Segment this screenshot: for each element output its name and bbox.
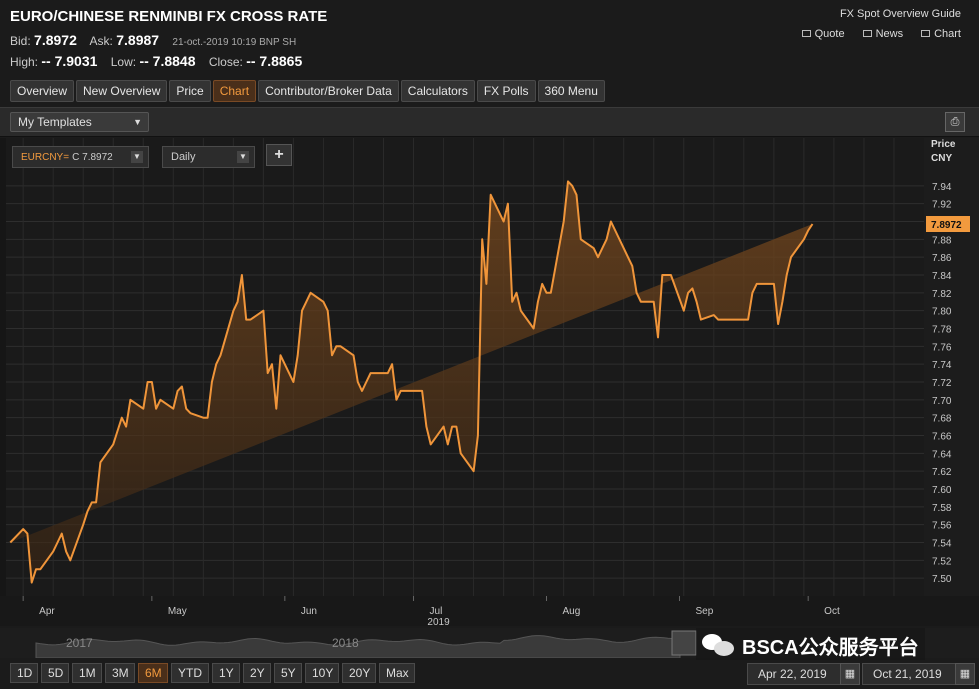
x-tick-label: Jun [301, 606, 317, 617]
last-value-label: 7.8972 [931, 220, 962, 231]
y-tick-label: 7.74 [932, 360, 952, 371]
interval-dropdown[interactable]: Daily ▼ [162, 146, 255, 168]
low-value: -- 7.8848 [139, 53, 196, 69]
document-icon [801, 30, 811, 37]
navigator-year: 2017 [66, 636, 93, 650]
y-tick-label: 7.54 [932, 539, 952, 550]
range-button-ytd[interactable]: YTD [171, 663, 209, 683]
page-title: EURO/CHINESE RENMINBI FX CROSS RATE [10, 8, 328, 25]
quote-timestamp: 21-oct.-2019 10:19 BNP SH [172, 37, 297, 48]
chevron-down-icon: ▼ [237, 151, 249, 163]
range-button-20y[interactable]: 20Y [342, 663, 376, 683]
price-chart[interactable]: 7.947.927.907.887.867.847.827.807.787.76… [0, 138, 979, 626]
range-button-1d[interactable]: 1D [10, 663, 38, 683]
high-value: -- 7.9031 [41, 53, 98, 69]
low-label: Low: [110, 55, 137, 69]
y-tick-label: 7.52 [932, 556, 952, 567]
calendar-icon[interactable]: ▦ [955, 663, 975, 685]
tab-new-overview[interactable]: New Overview [76, 80, 168, 102]
x-tick-label: Aug [563, 606, 581, 617]
bid-value: 7.8972 [34, 32, 77, 48]
y-tick-label: 7.50 [932, 574, 952, 585]
range-button-10y[interactable]: 10Y [305, 663, 339, 683]
x-tick-label: May [168, 606, 187, 617]
y-tick-label: 7.56 [932, 521, 952, 532]
y-axis-title: Price [931, 139, 956, 150]
quote-link[interactable]: Quote [801, 28, 845, 40]
y-tick-label: 7.80 [932, 307, 952, 318]
tab-price[interactable]: Price [169, 80, 211, 102]
x-year-label: 2019 [427, 617, 450, 626]
templates-dropdown[interactable]: My Templates ▼ [10, 112, 149, 132]
y-tick-label: 7.92 [932, 200, 952, 211]
y-tick-label: 7.70 [932, 396, 952, 407]
x-tick-label: Apr [39, 606, 55, 617]
x-tick-label: Jul [430, 606, 443, 617]
y-tick-label: 7.64 [932, 449, 952, 460]
y-tick-label: 7.82 [932, 289, 952, 300]
y-tick-label: 7.86 [932, 253, 952, 264]
range-button-1y[interactable]: 1Y [212, 663, 240, 683]
y-tick-label: 7.62 [932, 467, 952, 478]
range-button-2y[interactable]: 2Y [243, 663, 271, 683]
tab-calculators[interactable]: Calculators [400, 80, 475, 102]
print-icon[interactable]: ⎙ [945, 112, 965, 132]
document-icon [921, 30, 931, 37]
x-tick-label: Sep [695, 606, 713, 617]
y-tick-label: 7.72 [932, 378, 952, 389]
fx-overview-guide-link[interactable]: FX Spot Overview Guide [840, 8, 961, 20]
y-tick-label: 7.78 [932, 325, 952, 336]
calendar-icon[interactable]: ▦ [840, 663, 860, 685]
y-axis-unit: CNY [931, 153, 952, 164]
tab-contributor-broker-data[interactable]: Contributor/Broker Data [258, 80, 399, 102]
chart-toolbar: My Templates ▼ ⎙ [0, 107, 979, 137]
wechat-logo-icon [702, 632, 736, 658]
range-button-6m[interactable]: 6M [138, 663, 168, 683]
start-date-field[interactable]: Apr 22, 2019 [747, 663, 841, 685]
close-label: Close: [208, 55, 243, 69]
y-tick-label: 7.76 [932, 342, 952, 353]
end-date-field[interactable]: Oct 21, 2019 [862, 663, 956, 685]
news-link[interactable]: News [862, 28, 903, 40]
tab-fx-polls[interactable]: FX Polls [476, 80, 536, 102]
y-tick-label: 7.88 [932, 235, 952, 246]
close-value: -- 7.8865 [246, 53, 303, 69]
chart-link[interactable]: Chart [921, 28, 961, 40]
document-icon [862, 30, 872, 37]
range-button-5d[interactable]: 5D [41, 663, 69, 683]
watermark: BSCA公众服务平台 [696, 628, 925, 662]
chevron-down-icon: ▼ [133, 117, 142, 127]
x-tick-label: Oct [824, 606, 840, 617]
y-tick-label: 7.94 [932, 182, 952, 193]
y-tick-label: 7.68 [932, 414, 952, 425]
range-bar: 1D 5D 1M 3M 6M YTD 1Y 2Y 5Y 10Y 20Y Max Apr 22, 201… [0, 660, 979, 689]
bid-ask-row: Bid: 7.8972 Ask: 7.8987 21-oct.-2019 10:… [10, 32, 296, 48]
chevron-down-icon: ▼ [131, 151, 143, 163]
ask-label: Ask: [89, 34, 113, 48]
high-label: High: [10, 55, 39, 69]
y-tick-label: 7.58 [932, 503, 952, 514]
range-button-max[interactable]: Max [379, 663, 415, 683]
add-series-button[interactable]: + [266, 144, 292, 166]
range-button-5y[interactable]: 5Y [274, 663, 302, 683]
ask-value: 7.8987 [116, 32, 160, 48]
range-button-1m[interactable]: 1M [72, 663, 102, 683]
navigator-year: 2018 [332, 636, 359, 650]
tab-bar: Overview New Overview Price Chart Contributo… [10, 80, 605, 102]
navigator-handle[interactable] [671, 630, 697, 656]
y-tick-label: 7.66 [932, 432, 952, 443]
high-low-row: High: -- 7.9031 Low: -- 7.8848 Close: --… [10, 53, 302, 69]
header-links: Quote News Chart [801, 28, 961, 40]
quote-header: EURO/CHINESE RENMINBI FX CROSS RATE Bid:… [0, 0, 979, 78]
range-button-3m[interactable]: 3M [105, 663, 135, 683]
tab-overview[interactable]: Overview [10, 80, 75, 102]
y-tick-label: 7.60 [932, 485, 952, 496]
tab-chart[interactable]: Chart [212, 80, 257, 102]
ric-selector[interactable]: EURCNY= C 7.8972 ▼ [12, 146, 149, 168]
y-tick-label: 7.84 [932, 271, 952, 282]
tab-360-menu[interactable]: 360 Menu [537, 80, 605, 102]
chart-panel: 7.947.927.907.887.867.847.827.807.787.76… [0, 138, 979, 626]
bid-label: Bid: [10, 34, 31, 48]
